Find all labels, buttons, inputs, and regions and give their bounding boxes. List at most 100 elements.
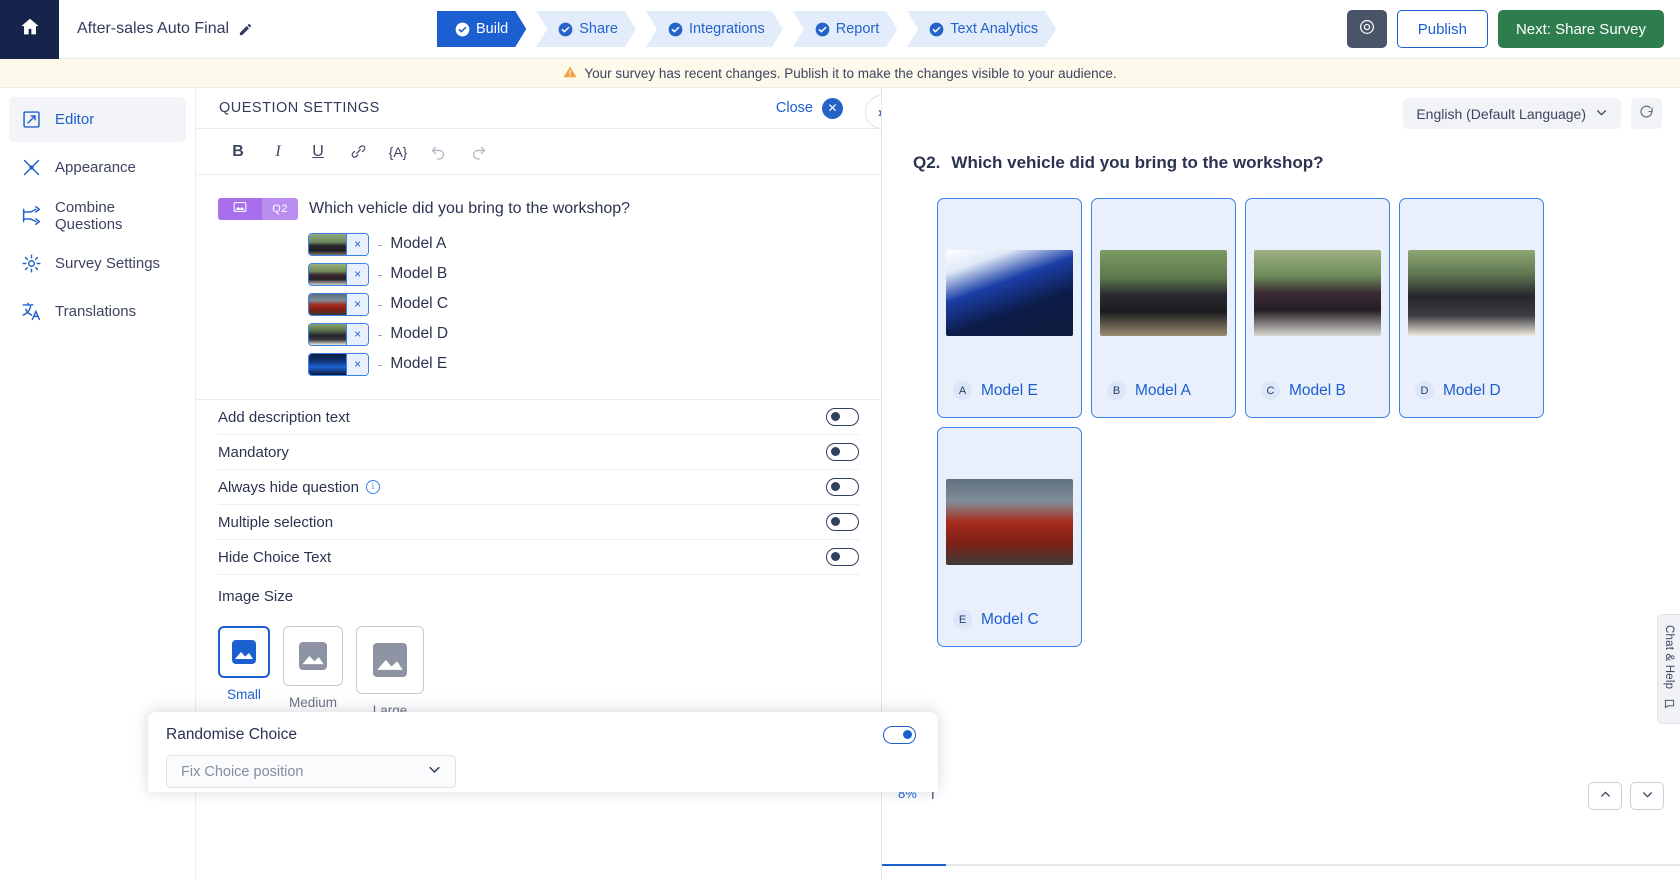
sidebar-item-editor[interactable]: Editor xyxy=(9,97,186,142)
preview-nav-buttons xyxy=(1588,782,1664,810)
refresh-preview-button[interactable] xyxy=(1631,98,1662,129)
fix-choice-position-select[interactable]: Fix Choice position xyxy=(166,755,456,788)
choice-card[interactable]: E Model C xyxy=(937,427,1082,647)
preview-button[interactable] xyxy=(1347,10,1387,48)
choice-row: × - Model B xyxy=(218,259,881,289)
choice-card-footer: D Model D xyxy=(1415,381,1501,400)
toggle-add-description-text[interactable] xyxy=(826,408,859,426)
close-icon[interactable]: ✕ xyxy=(822,98,843,119)
choice-label[interactable]: Model D xyxy=(390,325,448,343)
image-size-label-small: Small xyxy=(227,687,261,702)
choice-card-name: Model D xyxy=(1443,382,1501,400)
choice-card-name: Model C xyxy=(981,611,1039,629)
choice-label[interactable]: Model E xyxy=(390,355,447,373)
choice-label[interactable]: Model C xyxy=(390,295,448,313)
sidebar-item-combine-questions[interactable]: Combine Questions xyxy=(9,193,186,238)
chevron-up-icon xyxy=(1599,788,1612,805)
home-button[interactable] xyxy=(0,0,59,59)
survey-title-group[interactable]: After-sales Auto Final xyxy=(77,20,253,38)
nav-up-button[interactable] xyxy=(1588,782,1622,810)
step-report[interactable]: Report xyxy=(793,11,898,47)
choice-image-control[interactable]: × xyxy=(308,293,369,316)
setting-label: Mandatory xyxy=(218,444,289,461)
image-size-medium[interactable]: Medium xyxy=(283,626,343,718)
step-text-analytics[interactable]: Text Analytics xyxy=(907,11,1056,47)
choice-label[interactable]: Model A xyxy=(390,235,446,253)
link-icon[interactable] xyxy=(346,140,370,164)
choice-image-control[interactable]: × xyxy=(308,263,369,286)
step-build[interactable]: Build xyxy=(437,11,526,47)
choice-thumbnail[interactable] xyxy=(309,324,346,345)
choice-card[interactable]: D Model D xyxy=(1399,198,1544,418)
choice-thumbnail[interactable] xyxy=(309,234,346,255)
undo-icon[interactable] xyxy=(426,140,450,164)
sidebar-item-survey-settings[interactable]: Survey Settings xyxy=(9,241,186,286)
question-text[interactable]: Which vehicle did you bring to the works… xyxy=(309,200,630,218)
remove-choice-image-button[interactable]: × xyxy=(346,294,368,315)
toggle-mandatory[interactable] xyxy=(826,443,859,461)
remove-choice-image-button[interactable]: × xyxy=(346,234,368,255)
close-button[interactable]: Close ✕ xyxy=(776,98,843,119)
image-size-label: Image Size xyxy=(196,575,881,605)
chat-help-tab[interactable]: Chat & Help xyxy=(1657,614,1680,724)
image-size-large[interactable]: Large xyxy=(356,626,424,718)
redo-icon[interactable] xyxy=(466,140,490,164)
bold-button[interactable]: B xyxy=(226,140,250,164)
remove-choice-image-button[interactable]: × xyxy=(346,324,368,345)
choice-card[interactable]: B Model A xyxy=(1091,198,1236,418)
toggle-always-hide-question[interactable] xyxy=(826,478,859,496)
publish-button[interactable]: Publish xyxy=(1397,10,1488,48)
step-label: Integrations xyxy=(689,21,765,37)
choice-card-footer: B Model A xyxy=(1107,381,1191,400)
image-icon xyxy=(299,642,327,670)
image-size-small[interactable]: Small xyxy=(218,626,270,718)
choice-card-image xyxy=(1100,250,1227,336)
image-size-large-box[interactable] xyxy=(356,626,424,694)
choice-card-image xyxy=(1254,250,1381,336)
choice-row: × - Model A xyxy=(218,229,881,259)
preview-question: Q2. Which vehicle did you bring to the w… xyxy=(882,129,1680,173)
panel-title: QUESTION SETTINGS xyxy=(219,100,380,116)
image-size-medium-box[interactable] xyxy=(283,626,343,686)
step-share[interactable]: Share xyxy=(536,11,636,47)
choice-card-name: Model B xyxy=(1289,382,1346,400)
pencil-icon[interactable] xyxy=(238,22,253,37)
choice-image-control[interactable]: × xyxy=(308,353,369,376)
home-icon xyxy=(19,16,41,42)
top-bar-actions: Publish Next: Share Survey xyxy=(1347,10,1664,48)
sidebar-item-label: Appearance xyxy=(55,159,136,176)
randomise-choice-label: Randomise Choice xyxy=(166,726,297,744)
survey-progress-track xyxy=(882,864,1680,866)
choice-card[interactable]: C Model B xyxy=(1245,198,1390,418)
italic-button[interactable]: I xyxy=(266,140,290,164)
step-integrations[interactable]: Integrations xyxy=(646,11,783,47)
underline-button[interactable]: U xyxy=(306,140,330,164)
expand-panel-button[interactable]: » xyxy=(865,95,882,129)
sidebar-item-appearance[interactable]: Appearance xyxy=(9,145,186,190)
remove-choice-image-button[interactable]: × xyxy=(346,354,368,375)
language-value: English (Default Language) xyxy=(1416,106,1586,122)
image-icon xyxy=(233,200,247,218)
choice-image-control[interactable]: × xyxy=(308,323,369,346)
choice-card-key: E xyxy=(953,610,972,629)
choice-thumbnail[interactable] xyxy=(309,294,346,315)
toggle-hide-choice-text[interactable] xyxy=(826,548,859,566)
language-select[interactable]: English (Default Language) xyxy=(1403,98,1621,129)
sidebar-item-label: Translations xyxy=(55,303,136,320)
choice-card[interactable]: A Model E xyxy=(937,198,1082,418)
next-share-survey-button[interactable]: Next: Share Survey xyxy=(1498,10,1664,48)
choice-label[interactable]: Model B xyxy=(390,265,447,283)
remove-choice-image-button[interactable]: × xyxy=(346,264,368,285)
toggle-multiple-selection[interactable] xyxy=(826,513,859,531)
nav-down-button[interactable] xyxy=(1630,782,1664,810)
sidebar-item-translations[interactable]: Translations xyxy=(9,289,186,334)
choice-card-footer: E Model C xyxy=(953,610,1039,629)
image-size-small-box[interactable] xyxy=(218,626,270,678)
choice-thumbnail[interactable] xyxy=(309,354,346,375)
choice-thumbnail[interactable] xyxy=(309,264,346,285)
choice-image-control[interactable]: × xyxy=(308,233,369,256)
info-icon[interactable]: i xyxy=(366,480,380,494)
image-icon xyxy=(232,640,256,664)
piping-button[interactable]: {A} xyxy=(386,140,410,164)
toggle-randomise-choice[interactable] xyxy=(883,726,916,744)
